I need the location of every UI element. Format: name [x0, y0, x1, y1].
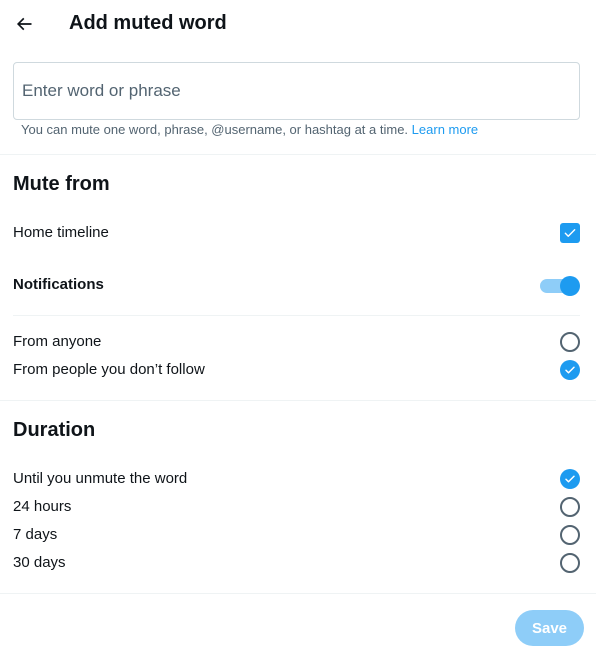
- hint-message: You can mute one word, phrase, @username…: [21, 122, 412, 137]
- from-non-followers-radio[interactable]: [560, 360, 580, 380]
- learn-more-link[interactable]: Learn more: [412, 122, 478, 137]
- duration-30-days-label: 30 days: [13, 554, 66, 571]
- duration-30-days-radio[interactable]: [560, 553, 580, 573]
- back-button[interactable]: [8, 8, 40, 40]
- checkmark-icon: [564, 229, 576, 237]
- notifications-label: Notifications: [13, 276, 104, 293]
- toggle-knob: [560, 276, 580, 296]
- home-timeline-checkbox[interactable]: [560, 223, 580, 243]
- divider: [0, 154, 596, 155]
- duration-until-unmute-label: Until you unmute the word: [13, 470, 188, 487]
- page-title: Add muted word: [69, 12, 227, 34]
- from-non-followers-label: From people you don’t follow: [13, 361, 205, 378]
- divider: [13, 315, 580, 316]
- duration-24-hours-label: 24 hours: [13, 498, 72, 515]
- checkmark-icon: [565, 366, 575, 374]
- divider: [0, 593, 596, 594]
- header: Add muted word: [0, 0, 596, 48]
- hint-text: You can mute one word, phrase, @username…: [21, 122, 478, 138]
- duration-7-days-label: 7 days: [13, 526, 58, 543]
- save-button[interactable]: Save: [515, 610, 584, 646]
- home-timeline-label: Home timeline: [13, 224, 109, 241]
- checkmark-icon: [565, 475, 575, 483]
- duration-title: Duration: [13, 419, 96, 441]
- from-anyone-label: From anyone: [13, 333, 102, 350]
- from-anyone-radio[interactable]: [560, 332, 580, 352]
- duration-until-unmute-radio[interactable]: [560, 469, 580, 489]
- muted-word-input[interactable]: [14, 63, 579, 119]
- divider: [0, 400, 596, 401]
- muted-word-field[interactable]: [13, 62, 580, 120]
- notifications-toggle[interactable]: [540, 276, 580, 296]
- back-arrow-icon: [16, 17, 32, 31]
- mute-from-title: Mute from: [13, 173, 110, 195]
- duration-7-days-radio[interactable]: [560, 525, 580, 545]
- duration-24-hours-radio[interactable]: [560, 497, 580, 517]
